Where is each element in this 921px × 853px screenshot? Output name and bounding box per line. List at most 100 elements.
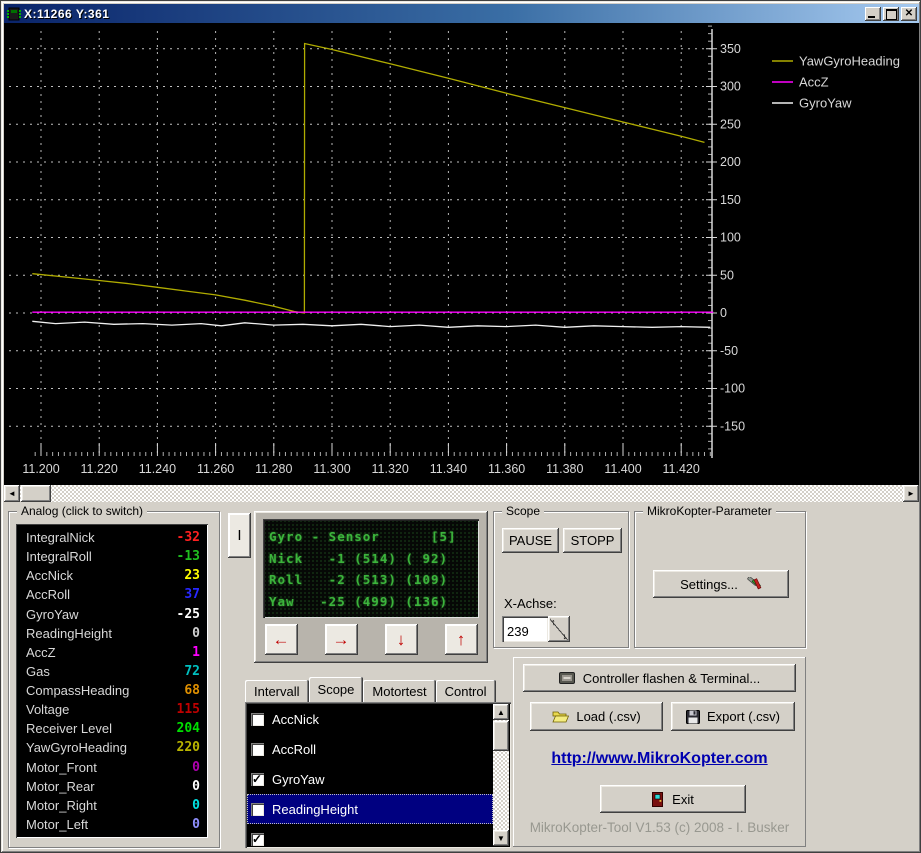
tab-scope[interactable]: Scope [309, 677, 364, 702]
load-csv-button[interactable]: Load (.csv) [530, 702, 663, 731]
analog-row[interactable]: Gas 72 [18, 662, 206, 681]
svg-text:0: 0 [720, 306, 727, 320]
signal-row[interactable] [247, 824, 493, 846]
tab-control[interactable]: Control [436, 680, 496, 702]
scroll-down-icon[interactable] [493, 830, 509, 846]
analog-row-value: 0 [192, 626, 200, 641]
svg-text:11.300: 11.300 [313, 462, 350, 476]
analog-row[interactable]: Motor_Right 0 [18, 796, 206, 815]
tab-strip: IntervallScopeMotortestControl [245, 677, 496, 702]
svg-text:11.340: 11.340 [430, 462, 467, 476]
signal-row[interactable]: AccNick [247, 704, 493, 734]
stop-button[interactable]: STOPP [563, 528, 622, 553]
analog-row-value: 0 [192, 779, 200, 794]
svg-text:150: 150 [720, 193, 741, 207]
analog-row-value: 115 [177, 702, 200, 717]
checkbox-icon[interactable] [251, 833, 264, 846]
analog-row-label: ReadingHeight [26, 626, 112, 641]
lcd-right-button[interactable] [325, 624, 358, 655]
svg-text:-100: -100 [720, 382, 745, 396]
analog-row[interactable]: IntegralNick -32 [18, 528, 206, 547]
svg-text:-50: -50 [720, 344, 738, 358]
parameter-groupbox: MikroKopter-Parameter Settings... [634, 511, 806, 648]
svg-text:11.220: 11.220 [81, 462, 118, 476]
export-csv-button[interactable]: Export (.csv) [671, 702, 795, 731]
signal-row[interactable]: GyroYaw [247, 764, 493, 794]
checkbox-icon[interactable] [251, 773, 264, 786]
scope-groupbox: Scope PAUSE STOPP X-Achse: ↑ ↓ [493, 511, 629, 648]
signal-listbox: AccNick AccRoll GyroYaw ReadingHeight [245, 702, 511, 848]
export-csv-label: Export (.csv) [707, 709, 780, 724]
signal-row[interactable]: AccRoll [247, 734, 493, 764]
checkbox-icon[interactable] [251, 713, 264, 726]
analog-row[interactable]: GyroYaw -25 [18, 605, 206, 624]
analog-row-value: 0 [192, 798, 200, 813]
checkbox-icon[interactable] [251, 743, 264, 756]
spin-down-icon[interactable]: ↓ [563, 631, 568, 641]
mikrokopter-link[interactable]: http://www.MikroKopter.com [513, 750, 806, 768]
lcd-down-button[interactable] [385, 624, 418, 655]
analog-row[interactable]: Voltage 115 [18, 700, 206, 719]
analog-title: Analog (click to switch) [17, 504, 147, 518]
analog-row-value: 23 [184, 568, 200, 583]
tab-motortest[interactable]: Motortest [363, 680, 435, 702]
scroll-left-icon[interactable] [4, 485, 20, 502]
analog-row[interactable]: YawGyroHeading 220 [18, 738, 206, 757]
svg-text:11.400: 11.400 [604, 462, 641, 476]
analog-row[interactable]: Receiver Level 204 [18, 719, 206, 738]
analog-row-label: CompassHeading [26, 683, 129, 698]
chart-hscrollbar[interactable] [4, 485, 919, 502]
window-title: X:11266 Y:361 [24, 7, 109, 21]
settings-button[interactable]: Settings... [653, 570, 789, 598]
terminal-icon [559, 672, 575, 684]
vscroll-thumb[interactable] [493, 721, 509, 751]
exit-button[interactable]: Exit [600, 785, 746, 813]
analog-row-label: Motor_Rear [26, 779, 95, 794]
lcd-left-button[interactable] [265, 624, 298, 655]
minimize-button[interactable] [865, 7, 881, 21]
scroll-right-icon[interactable] [903, 485, 919, 502]
analog-row[interactable]: AccZ 1 [18, 643, 206, 662]
svg-text:11.280: 11.280 [255, 462, 292, 476]
analog-row[interactable]: Motor_Rear 0 [18, 777, 206, 796]
signal-row[interactable]: ReadingHeight [247, 794, 493, 824]
x-axis-input[interactable] [502, 616, 548, 642]
i-button[interactable]: I [228, 513, 251, 558]
analog-row[interactable]: AccRoll 37 [18, 585, 206, 604]
pause-button[interactable]: PAUSE [502, 528, 559, 553]
lcd-up-button[interactable] [445, 624, 478, 655]
legend-label-GyroYaw: GyroYaw [799, 96, 852, 111]
analog-row[interactable]: Motor_Front 0 [18, 758, 206, 777]
signal-row-label: AccNick [272, 712, 319, 727]
flash-terminal-label: Controller flashen & Terminal... [583, 671, 761, 686]
svg-text:11.380: 11.380 [546, 462, 583, 476]
signal-row-label: GyroYaw [272, 772, 325, 787]
exit-button-label: Exit [672, 792, 694, 807]
analog-row[interactable]: AccNick 23 [18, 566, 206, 585]
close-button[interactable] [901, 7, 917, 21]
analog-row[interactable]: Motor_Left 0 [18, 815, 206, 834]
checkbox-icon[interactable] [251, 803, 264, 816]
maximize-button[interactable] [883, 7, 899, 21]
flash-terminal-button[interactable]: Controller flashen & Terminal... [523, 664, 796, 692]
analog-row-label: Motor_Right [26, 798, 97, 813]
scope-chart-area: 350300250200150100500-50-100-15011.20011… [4, 23, 919, 485]
scope-title: Scope [502, 504, 544, 518]
lcd-nav [254, 624, 488, 655]
analog-row[interactable]: ReadingHeight 0 [18, 624, 206, 643]
tab-intervall[interactable]: Intervall [245, 680, 309, 702]
hscroll-thumb[interactable] [21, 485, 51, 502]
analog-row[interactable]: IntegralRoll -13 [18, 547, 206, 566]
signal-vscrollbar[interactable] [493, 704, 509, 846]
svg-text:350: 350 [720, 42, 741, 56]
analog-row-label: Gas [26, 664, 50, 679]
analog-row-label: Voltage [26, 702, 69, 717]
lcd-line: Nick -1 (514) ( 92) [269, 548, 473, 570]
analog-row[interactable]: CompassHeading 68 [18, 681, 206, 700]
scroll-up-icon[interactable] [493, 704, 509, 720]
spin-up-icon[interactable]: ↑ [551, 617, 556, 627]
x-axis-spinner[interactable]: ↑ ↓ [548, 616, 570, 642]
svg-text:11.360: 11.360 [488, 462, 525, 476]
svg-text:300: 300 [720, 80, 741, 94]
app-chip-icon [7, 7, 21, 21]
